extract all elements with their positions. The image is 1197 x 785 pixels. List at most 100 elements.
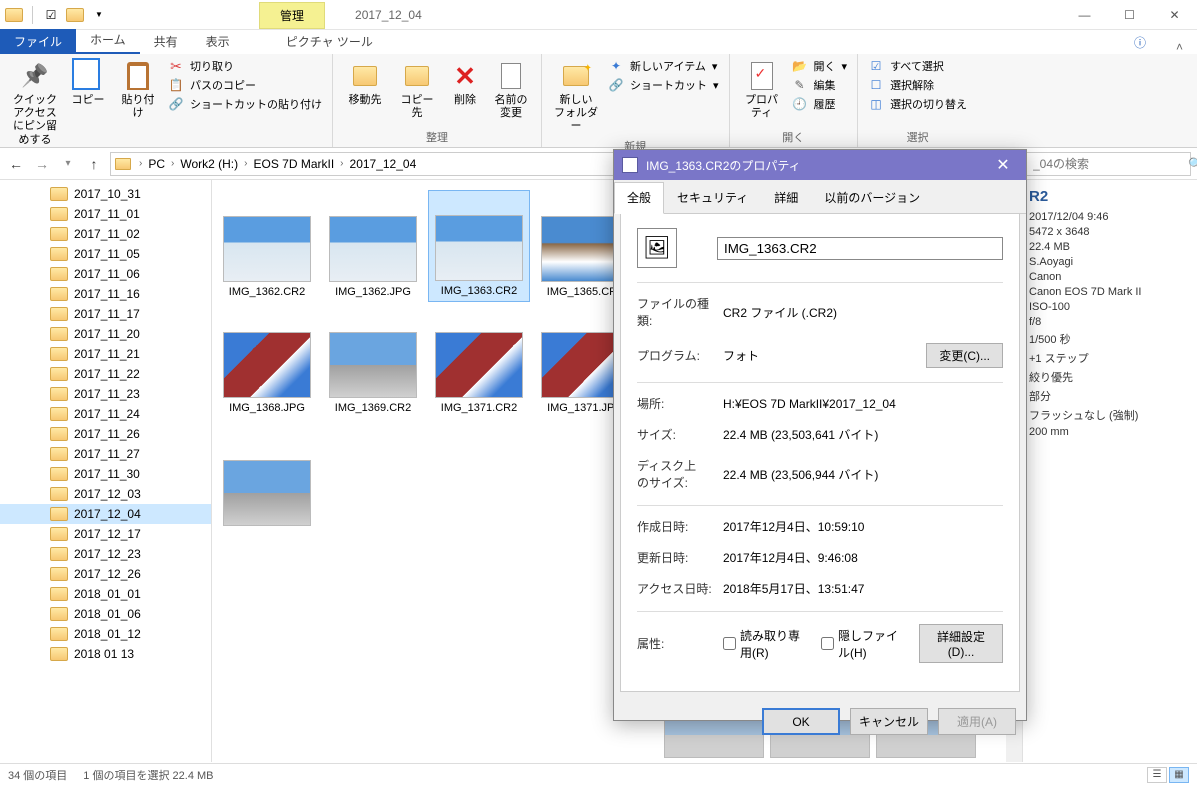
properties-qat-icon[interactable]: ☑ [41, 5, 61, 25]
folder-icon [50, 627, 68, 641]
view-tab[interactable]: 表示 [192, 29, 244, 54]
sidebar-folder[interactable]: 2017_11_16 [0, 284, 211, 304]
dialog-close-button[interactable]: ✕ [988, 150, 1018, 180]
sidebar-folder[interactable]: 2017_11_02 [0, 224, 211, 244]
cut-icon [168, 58, 184, 74]
copy-path-button[interactable]: パスのコピー [168, 77, 322, 93]
copy-button[interactable]: コピー [68, 58, 108, 109]
copy-to-button[interactable]: コピー先 [395, 58, 439, 122]
select-invert-icon [868, 96, 884, 112]
home-tab[interactable]: ホーム [76, 27, 140, 54]
readonly-checkbox[interactable]: 読み取り専用(R) [723, 627, 805, 661]
dialog-titlebar[interactable]: IMG_1363.CR2のプロパティ ✕ [614, 150, 1026, 180]
file-thumbnail[interactable]: IMG_1368.JPG [216, 306, 318, 418]
properties-icon [746, 60, 778, 92]
history-button[interactable]: 履歴 [792, 96, 848, 112]
select-all-button[interactable]: すべて選択 [868, 58, 967, 74]
delete-button[interactable]: 削除 [447, 58, 483, 109]
file-thumbnail[interactable]: IMG_1363.CR2 [428, 190, 530, 302]
sidebar-folder[interactable]: 2017_11_20 [0, 324, 211, 344]
change-program-button[interactable]: 変更(C)... [926, 343, 1003, 368]
up-button[interactable]: ↑ [84, 154, 104, 174]
folder-icon [50, 647, 68, 661]
move-icon [349, 60, 381, 92]
minimize-button[interactable]: — [1062, 0, 1107, 30]
paste-button[interactable]: 貼り付け [116, 58, 160, 122]
thumbnail-image [435, 215, 523, 281]
sidebar-folder[interactable]: 2017_11_23 [0, 384, 211, 404]
security-tab[interactable]: セキュリティ [664, 182, 761, 213]
search-icon[interactable]: 🔍 [1188, 157, 1197, 171]
recent-dropdown[interactable]: ▾ [58, 154, 78, 174]
previous-versions-tab[interactable]: 以前のバージョン [811, 182, 933, 213]
sidebar-folder[interactable]: 2017_11_26 [0, 424, 211, 444]
selection-status: 1 個の項目を選択 22.4 MB [83, 767, 213, 783]
open-button[interactable]: 開く ▾ [792, 58, 848, 74]
help-icon[interactable]: ⓘ [1138, 30, 1162, 54]
new-item-button[interactable]: 新しいアイテム ▾ [608, 58, 719, 74]
sidebar-folder[interactable]: 2018_01_06 [0, 604, 211, 624]
ok-button[interactable]: OK [762, 708, 840, 735]
sidebar-folder[interactable]: 2017_11_22 [0, 364, 211, 384]
details-view-button[interactable]: ☰ [1147, 767, 1167, 783]
search-input[interactable] [1033, 157, 1188, 171]
maximize-button[interactable]: ☐ [1107, 0, 1152, 30]
collapse-ribbon-icon[interactable]: ˄ [1162, 40, 1197, 54]
sidebar-folder[interactable]: 2017_11_21 [0, 344, 211, 364]
sidebar-folder[interactable]: 2017_12_17 [0, 524, 211, 544]
sidebar-folder[interactable]: 2018 01 13 [0, 644, 211, 664]
sidebar-folder[interactable]: 2017_12_04 [0, 504, 211, 524]
new-folder-button[interactable]: 新しい フォルダー [552, 58, 600, 136]
sidebar-folder[interactable]: 2017_11_24 [0, 404, 211, 424]
file-thumbnail[interactable]: IMG_1371.CR2 [428, 306, 530, 418]
forward-button[interactable]: → [32, 154, 52, 174]
details-tab[interactable]: 詳細 [761, 182, 811, 213]
sidebar-folder[interactable]: 2017_10_31 [0, 184, 211, 204]
file-thumbnail[interactable]: IMG_1369.CR2 [322, 306, 424, 418]
sidebar-folder[interactable]: 2017_11_27 [0, 444, 211, 464]
file-thumbnail[interactable] [216, 422, 318, 534]
hidden-checkbox[interactable]: 隠しファイル(H) [821, 627, 903, 661]
edit-button[interactable]: 編集 [792, 77, 848, 93]
advanced-button[interactable]: 詳細設定(D)... [919, 624, 1003, 663]
folder-qat-icon[interactable] [65, 5, 85, 25]
folder-icon [50, 607, 68, 621]
sidebar-folder[interactable]: 2017_12_03 [0, 484, 211, 504]
general-tab[interactable]: 全般 [614, 182, 664, 214]
file-thumbnail[interactable]: IMG_1362.JPG [322, 190, 424, 302]
cut-button[interactable]: 切り取り [168, 58, 322, 74]
sidebar-folder[interactable]: 2017_11_05 [0, 244, 211, 264]
paste-shortcut-button[interactable]: ショートカットの貼り付け [168, 96, 322, 112]
cancel-button[interactable]: キャンセル [850, 708, 928, 735]
sidebar-folder[interactable]: 2017_11_17 [0, 304, 211, 324]
paste-icon [122, 60, 154, 92]
sidebar-folder[interactable]: 2018_01_01 [0, 584, 211, 604]
context-tab[interactable]: 管理 [259, 2, 325, 29]
shortcut-button[interactable]: ショートカット ▾ [608, 77, 719, 93]
select-invert-button[interactable]: 選択の切り替え [868, 96, 967, 112]
properties-button[interactable]: プロパ ティ [740, 58, 784, 122]
qat-dropdown-icon[interactable]: ▼ [89, 5, 109, 25]
file-menu[interactable]: ファイル [0, 29, 76, 54]
share-tab[interactable]: 共有 [140, 29, 192, 54]
thumbnail-image [223, 332, 311, 398]
sidebar-folder[interactable]: 2017_11_01 [0, 204, 211, 224]
picture-tools-tab[interactable]: ピクチャ ツール [276, 29, 383, 54]
thumbnail-image [329, 216, 417, 282]
filename-input[interactable] [717, 237, 1003, 260]
rename-button[interactable]: 名前の 変更 [491, 58, 531, 122]
close-button[interactable]: ✕ [1152, 0, 1197, 30]
sidebar-folder[interactable]: 2017_12_23 [0, 544, 211, 564]
pin-button[interactable]: クイック アクセス にピン留めする [10, 58, 60, 149]
sidebar-folder[interactable]: 2017_11_06 [0, 264, 211, 284]
apply-button[interactable]: 適用(A) [938, 708, 1016, 735]
select-none-button[interactable]: 選択解除 [868, 77, 967, 93]
file-thumbnail[interactable]: IMG_1362.CR2 [216, 190, 318, 302]
move-to-button[interactable]: 移動先 [343, 58, 387, 109]
search-box[interactable]: 🔍 [1026, 152, 1191, 176]
sidebar-folder[interactable]: 2017_11_30 [0, 464, 211, 484]
thumb-view-button[interactable]: ▦ [1169, 767, 1189, 783]
back-button[interactable]: ← [6, 154, 26, 174]
sidebar-folder[interactable]: 2018_01_12 [0, 624, 211, 644]
sidebar-folder[interactable]: 2017_12_26 [0, 564, 211, 584]
